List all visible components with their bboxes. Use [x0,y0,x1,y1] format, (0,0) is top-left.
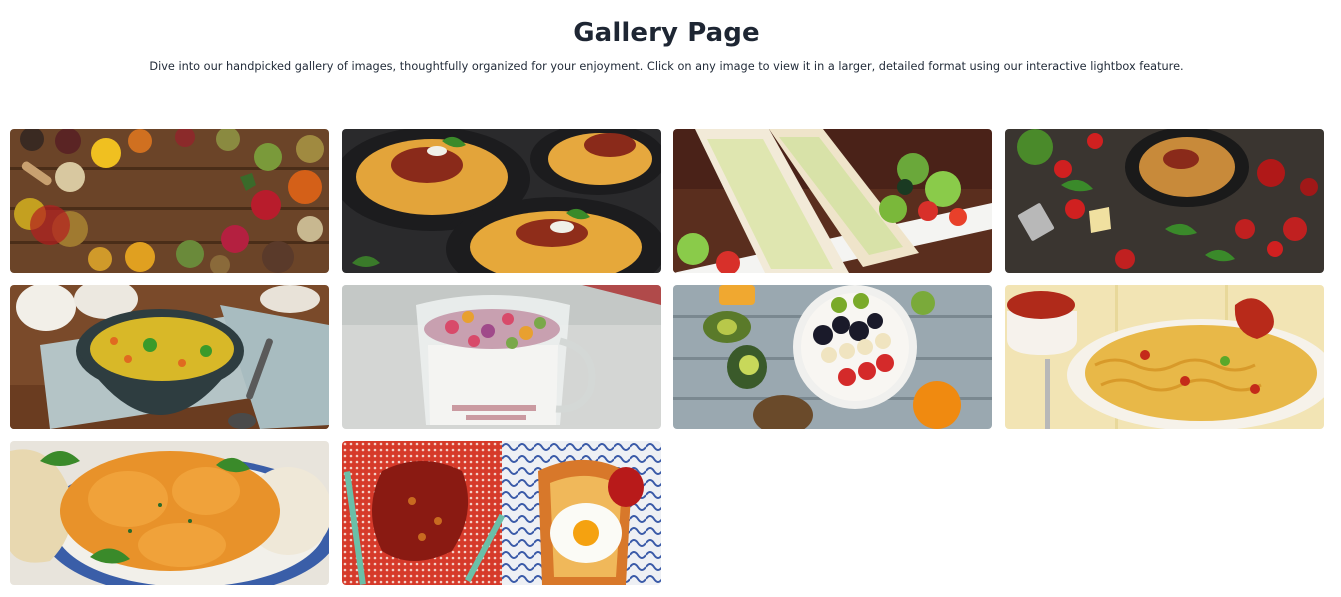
soup-bowl-image [10,285,329,429]
gallery-item-egg-toast[interactable] [341,441,661,585]
sandwich-salad-image [673,129,992,273]
noodles-plate-image [1004,285,1324,429]
gallery-item-spices[interactable] [10,129,329,273]
cereal-glass-image [341,285,661,429]
spices-image [10,129,329,273]
gallery-item-noodles[interactable] [1004,285,1324,429]
gallery-item-cereal[interactable] [341,285,661,429]
egg-toast-image [341,441,661,585]
gallery-item-sandwich[interactable] [673,129,992,273]
page-description: Dive into our handpicked gallery of imag… [149,60,1184,73]
image-gallery [10,129,1324,585]
page-title: Gallery Page [573,18,760,48]
gallery-page: Gallery Page Dive into our handpicked ga… [0,0,1341,597]
gallery-item-fruit[interactable] [673,285,992,429]
gallery-item-spaghetti[interactable] [341,129,661,273]
spaghetti-bowls-image [341,129,661,273]
gallery-item-pasta-tomatoes[interactable] [1004,129,1324,273]
fruit-bowl-image [673,285,992,429]
pasta-tomatoes-image [1004,129,1324,273]
gallery-item-soup[interactable] [10,285,329,429]
curry-dish-image [10,441,329,585]
gallery-item-curry[interactable] [10,441,329,585]
